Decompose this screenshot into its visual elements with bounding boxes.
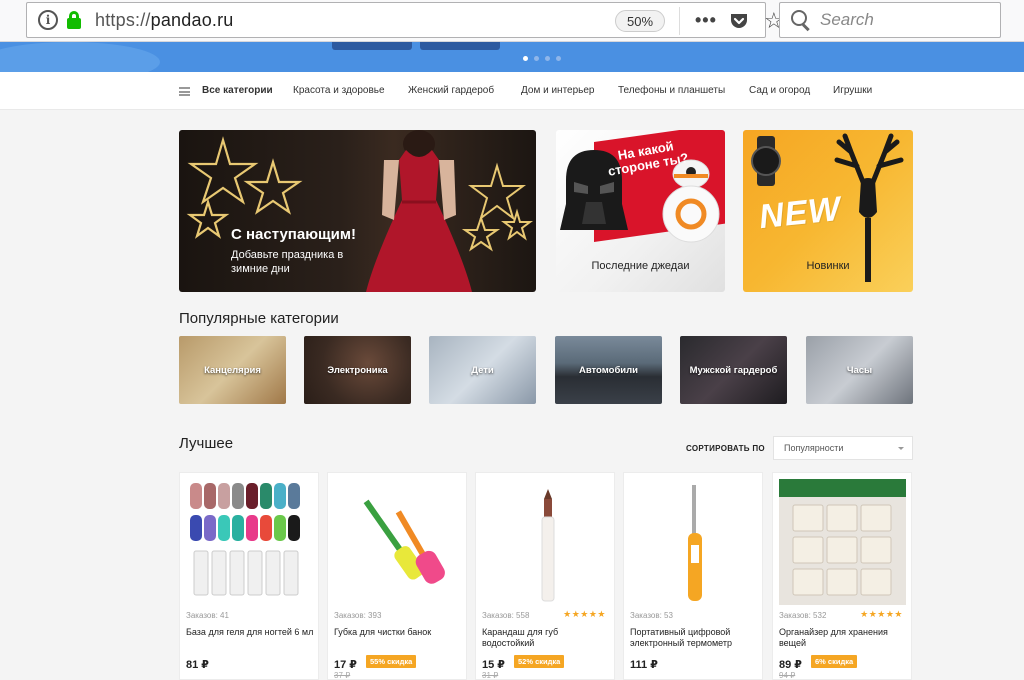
carousel-dot[interactable] [534,56,539,61]
watch-image [751,136,781,186]
product-image [482,479,609,605]
nav-womens-wardrobe[interactable]: Женский гардероб [408,85,494,96]
banner-caption: Последние джедаи [591,260,690,272]
page-actions-icon[interactable]: ••• [695,11,717,29]
product-orders: Заказов: 558 [482,611,530,620]
rating-stars: ★★★★★ [860,609,903,619]
category-tile-kids[interactable]: Дети [429,336,536,404]
nav-beauty-health[interactable]: Красота и здоровье [293,85,385,96]
category-label: Канцелярия [204,364,261,376]
banner-subtitle: Добавьте праздника в зимние дни [231,249,344,275]
hero-decor [0,42,160,72]
discount-badge: 52% скидка [514,655,565,668]
search-icon [790,9,812,31]
product-orders: Заказов: 532 [779,611,827,620]
product-price: 15 ₽ [482,659,505,671]
category-tile-mens-wardrobe[interactable]: Мужской гардероб [680,336,787,404]
product-price: 81 ₽ [186,659,209,671]
rating-stars: ★★★★★ [563,609,606,619]
discount-badge: 6% скидка [811,655,858,668]
product-image [334,479,461,605]
product-card[interactable]: Заказов: 558 ★★★★★ Карандаш для губ водо… [475,472,615,680]
nav-home-interior[interactable]: Дом и интерьер [521,85,595,96]
nav-garden[interactable]: Сад и огород [749,85,810,96]
popular-categories-title: Популярные категории [179,310,339,327]
lock-icon[interactable] [67,11,81,29]
product-card[interactable]: Заказов: 41 База для геля для ногтей 6 м… [179,472,319,680]
product-name[interactable]: База для геля для ногтей 6 мл [186,627,314,638]
product-price: 89 ₽ [779,659,802,671]
nav-phones-tablets[interactable]: Телефоны и планшеты [618,85,725,96]
browser-toolbar: i https://pandao.ru 50% ••• ☆ Search [0,0,1024,42]
product-orders: Заказов: 41 [186,611,229,620]
product-card[interactable]: Заказов: 393 Губка для чистки банок 17 ₽… [327,472,467,680]
product-card[interactable]: Заказов: 532 ★★★★★ Органайзер для хранен… [772,472,912,680]
product-name[interactable]: Органайзер для хранения вещей [779,627,907,649]
product-price: 111 ₽ [630,659,658,671]
category-nav: Все категории Красота и здоровье Женский… [0,72,1024,110]
sort-select[interactable]: Популярности [773,436,913,460]
product-old-price: 31 ₽ [482,671,499,680]
category-tile-electronics[interactable]: Электроника [304,336,411,404]
hero-banner[interactable] [0,42,1024,72]
category-tile-cars[interactable]: Автомобили [555,336,662,404]
zoom-level-button[interactable]: 50% [615,10,665,32]
url-text[interactable]: https://pandao.ru [95,10,234,31]
product-name[interactable]: Карандаш для губ водостойкий [482,627,610,649]
carousel-dots [523,56,561,61]
product-card[interactable]: Заказов: 53 Портативный цифровой электро… [623,472,763,680]
banner-title: С наступающим! [231,226,356,243]
category-label: Часы [846,364,873,376]
category-label: Электроника [327,364,388,376]
product-image [630,479,757,605]
promo-banner-star-wars[interactable]: На какой стороне ты? Последние джедаи [556,130,725,292]
carousel-dot[interactable] [556,56,561,61]
promo-banner-new-items[interactable]: NEW Новинки [743,130,913,292]
carousel-dot[interactable] [523,56,528,61]
nav-all-categories[interactable]: Все категории [202,85,273,96]
category-label: Автомобили [578,364,639,376]
google-play-badge[interactable] [420,42,500,50]
best-section-title: Лучшее [179,435,234,452]
address-bar[interactable]: i https://pandao.ru 50% ••• ☆ [26,2,784,38]
app-store-badge[interactable] [332,42,412,50]
product-orders: Заказов: 53 [630,611,673,620]
product-image [186,479,313,605]
search-bar[interactable]: Search [779,2,1001,38]
product-orders: Заказов: 393 [334,611,382,620]
promo-banner-new-year[interactable]: С наступающим! Добавьте праздника в зимн… [179,130,536,292]
category-label: Мужской гардероб [689,364,778,376]
product-old-price: 94 ₽ [779,671,796,680]
search-placeholder: Search [820,10,874,29]
sort-select-value: Популярности [784,443,844,453]
category-label: Дети [471,364,494,376]
product-name[interactable]: Губка для чистки банок [334,627,462,638]
banner-caption: Новинки [806,260,850,272]
product-old-price: 37 ₽ [334,671,351,680]
product-name[interactable]: Портативный цифровой электронный термоме… [630,627,758,649]
toolbar-divider [679,7,680,35]
product-image [779,479,906,605]
nav-toys[interactable]: Игрушки [833,85,872,96]
discount-badge: 55% скидка [366,655,417,668]
carousel-dot[interactable] [545,56,550,61]
menu-icon[interactable] [179,87,190,96]
pocket-icon[interactable] [729,12,749,30]
star-garland-icon [461,162,533,252]
category-tile-stationery[interactable]: Канцелярия [179,336,286,404]
info-icon[interactable]: i [38,10,58,30]
chevron-down-icon [898,447,904,450]
product-price: 17 ₽ [334,659,357,671]
category-tile-watches[interactable]: Часы [806,336,913,404]
sort-label: СОРТИРОВАТЬ ПО [686,444,765,453]
